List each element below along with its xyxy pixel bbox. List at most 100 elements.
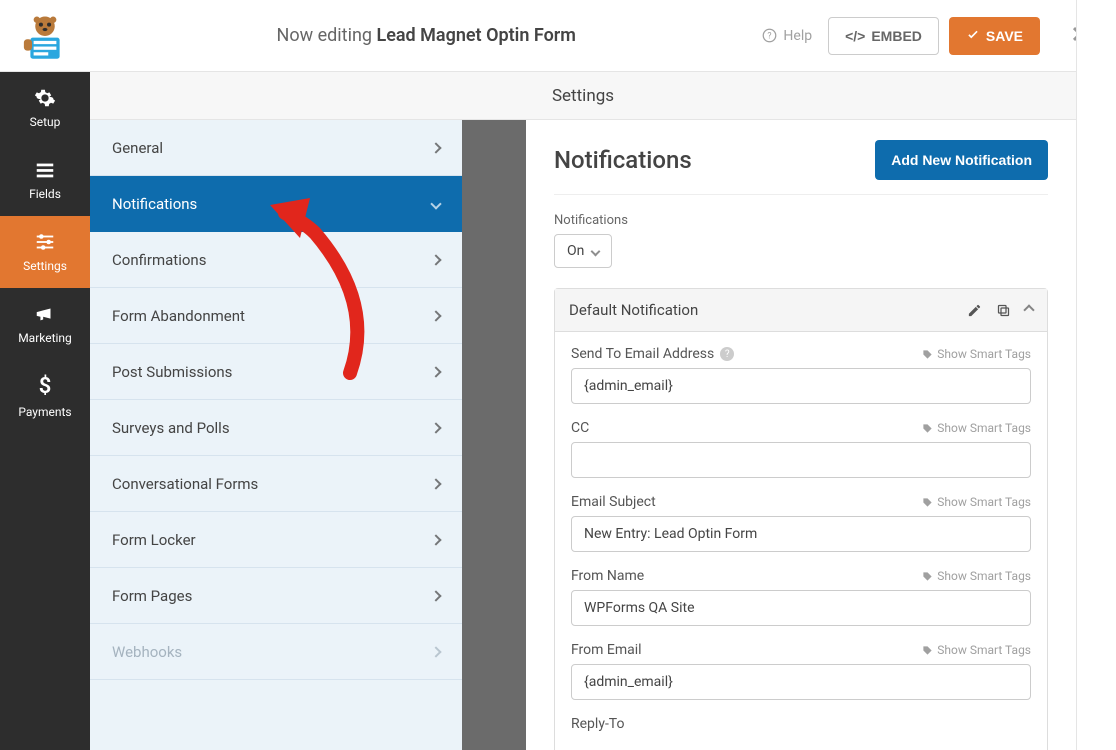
tag-icon <box>922 571 933 582</box>
chevron-right-icon <box>430 366 441 377</box>
rail-payments[interactable]: $ Payments <box>0 360 90 432</box>
chevron-right-icon <box>430 646 441 657</box>
smart-tags-label: Show Smart Tags <box>937 495 1031 509</box>
menu-form-abandon[interactable]: Form Abandonment <box>90 288 462 344</box>
left-rail: Setup Fields Settings Marketing $ Paymen… <box>0 72 90 750</box>
embed-button[interactable]: </> EMBED <box>828 17 939 55</box>
chevron-down-icon <box>430 198 441 209</box>
fromemail-label: From Email <box>571 642 642 658</box>
editing-title: Now editing Lead Magnet Optin Form <box>90 25 762 46</box>
rail-fields[interactable]: Fields <box>0 144 90 216</box>
default-notification-card: Default Notification Send To Email Addre… <box>554 288 1048 750</box>
top-bar: Now editing Lead Magnet Optin Form ? Hel… <box>0 0 1116 72</box>
subject-input[interactable] <box>571 516 1031 552</box>
settings-menu: General Notifications Confirmations Form… <box>90 120 462 750</box>
smart-tags-link[interactable]: Show Smart Tags <box>922 495 1031 509</box>
smart-tags-link[interactable]: Show Smart Tags <box>922 569 1031 583</box>
panel-heading: Notifications <box>554 146 692 174</box>
field-fromname: From Name Show Smart Tags <box>571 568 1031 626</box>
menu-label: Form Locker <box>112 531 196 549</box>
menu-notifications[interactable]: Notifications <box>90 176 462 232</box>
form-name: Lead Magnet Optin Form <box>376 25 575 46</box>
help-icon[interactable]: ? <box>720 347 734 361</box>
copy-icon[interactable] <box>996 303 1011 318</box>
preview-gutter <box>462 120 526 750</box>
pencil-icon[interactable] <box>967 303 982 318</box>
help-link[interactable]: ? Help <box>762 28 812 44</box>
settings-header: Settings <box>90 72 1076 120</box>
menu-label: Confirmations <box>112 251 206 269</box>
menu-confirmations[interactable]: Confirmations <box>90 232 462 288</box>
settings-title: Settings <box>552 86 614 106</box>
menu-label: Form Abandonment <box>112 307 245 325</box>
tag-icon <box>922 645 933 656</box>
code-icon: </> <box>845 28 865 44</box>
replyto-label: Reply-To <box>571 716 624 732</box>
chevron-right-icon <box>430 534 441 545</box>
sliders-icon <box>34 231 56 253</box>
menu-conv-forms[interactable]: Conversational Forms <box>90 456 462 512</box>
field-sendto: Send To Email Address? Show Smart Tags <box>571 346 1031 404</box>
rail-marketing[interactable]: Marketing <box>0 288 90 360</box>
card-body: Send To Email Address? Show Smart Tags C… <box>555 332 1047 750</box>
chevron-right-icon <box>430 142 441 153</box>
menu-label: Form Pages <box>112 587 192 605</box>
bullhorn-icon <box>34 303 56 325</box>
add-notification-button[interactable]: Add New Notification <box>875 140 1048 180</box>
fromname-label: From Name <box>571 568 644 584</box>
fromemail-input[interactable] <box>571 664 1031 700</box>
right-edge-strip <box>1076 0 1116 750</box>
label-text: Send To Email Address <box>571 346 714 362</box>
gear-icon <box>34 87 56 109</box>
chevron-right-icon <box>430 478 441 489</box>
menu-surveys[interactable]: Surveys and Polls <box>90 400 462 456</box>
menu-label: Surveys and Polls <box>112 419 230 437</box>
card-tools <box>967 303 1033 318</box>
field-replyto: Reply-To <box>571 716 1031 732</box>
rail-setup[interactable]: Setup <box>0 72 90 144</box>
editing-prefix: Now editing <box>277 25 372 46</box>
notifications-toggle[interactable]: On <box>554 234 612 268</box>
menu-form-pages[interactable]: Form Pages <box>90 568 462 624</box>
save-label: SAVE <box>986 28 1023 44</box>
smart-tags-link[interactable]: Show Smart Tags <box>922 421 1031 435</box>
smart-tags-label: Show Smart Tags <box>937 347 1031 361</box>
menu-label: Post Submissions <box>112 363 232 381</box>
embed-label: EMBED <box>871 28 922 44</box>
tag-icon <box>922 497 933 508</box>
dollar-icon: $ <box>39 374 52 399</box>
notifications-panel: Notifications Add New Notification Notif… <box>526 120 1076 750</box>
chevron-right-icon <box>430 310 441 321</box>
menu-label: Webhooks <box>112 643 182 661</box>
rail-payments-label: Payments <box>18 405 71 419</box>
fromname-input[interactable] <box>571 590 1031 626</box>
rail-settings[interactable]: Settings <box>0 216 90 288</box>
smart-tags-link[interactable]: Show Smart Tags <box>922 347 1031 361</box>
chevron-right-icon <box>430 422 441 433</box>
list-icon <box>34 159 56 181</box>
chevron-down-icon <box>591 246 601 256</box>
field-cc: CC Show Smart Tags <box>571 420 1031 478</box>
chevron-up-icon[interactable] <box>1023 304 1034 315</box>
help-icon: ? <box>762 28 777 43</box>
menu-form-locker[interactable]: Form Locker <box>90 512 462 568</box>
menu-general[interactable]: General <box>90 120 462 176</box>
help-label: Help <box>783 28 812 44</box>
cc-label: CC <box>571 420 589 436</box>
smart-tags-label: Show Smart Tags <box>937 421 1031 435</box>
menu-label: General <box>112 139 163 157</box>
smart-tags-label: Show Smart Tags <box>937 643 1031 657</box>
rail-marketing-label: Marketing <box>18 331 72 345</box>
tag-icon <box>922 349 933 360</box>
sendto-input[interactable] <box>571 368 1031 404</box>
save-button[interactable]: SAVE <box>949 17 1040 55</box>
field-subject: Email Subject Show Smart Tags <box>571 494 1031 552</box>
wpforms-logo <box>0 0 90 72</box>
cc-input[interactable] <box>571 442 1031 478</box>
card-header: Default Notification <box>555 289 1047 332</box>
rail-setup-label: Setup <box>30 115 61 129</box>
smart-tags-link[interactable]: Show Smart Tags <box>922 643 1031 657</box>
rail-fields-label: Fields <box>29 187 61 201</box>
menu-webhooks[interactable]: Webhooks <box>90 624 462 680</box>
menu-post-subs[interactable]: Post Submissions <box>90 344 462 400</box>
